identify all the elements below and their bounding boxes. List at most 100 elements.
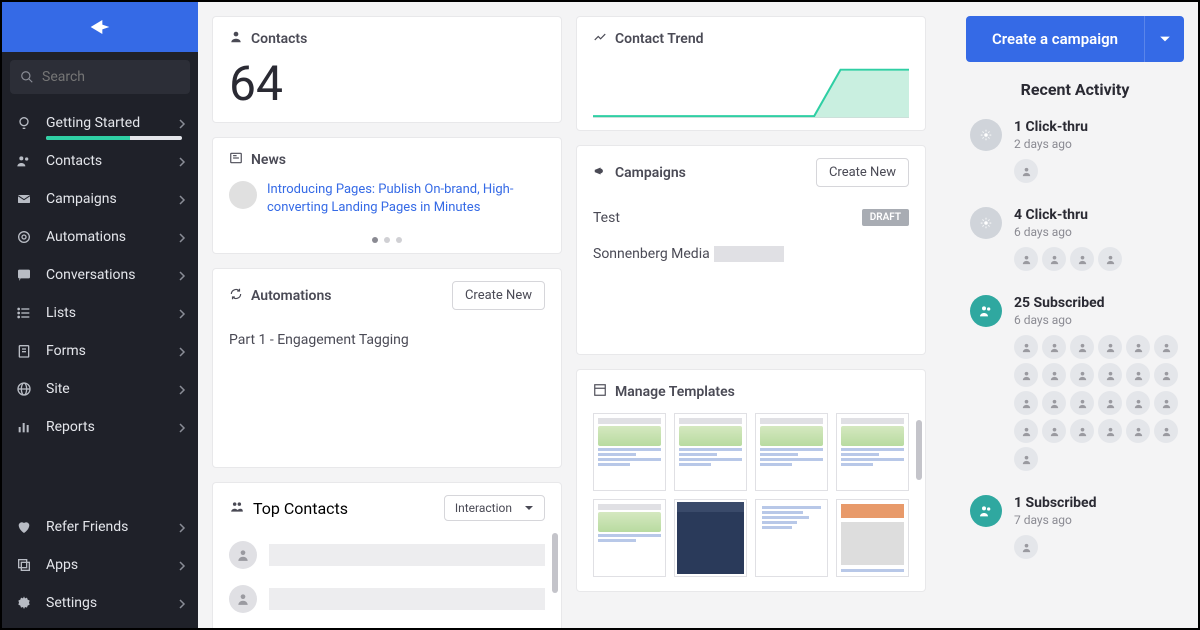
main-content: Contacts 64 News Introducing Pages: Publ…: [198, 2, 966, 628]
news-headline-link[interactable]: Introducing Pages: Publish On-brand, Hig…: [267, 181, 545, 217]
template-thumb[interactable]: [593, 499, 666, 577]
avatar: [1098, 391, 1122, 415]
nav-reports[interactable]: Reports: [2, 408, 198, 446]
sidebar: Getting Started Contacts Campaigns Autom…: [2, 2, 198, 628]
top-contact-row[interactable]: [213, 577, 561, 621]
templates-title: Manage Templates: [615, 384, 735, 400]
avatar: [1070, 335, 1094, 359]
activity-item[interactable]: 4 Click-thru 6 days ago: [970, 197, 1180, 285]
template-thumb[interactable]: [755, 413, 828, 491]
nav-apps[interactable]: Apps: [2, 546, 198, 584]
template-icon: [593, 382, 607, 401]
filter-label: Interaction: [455, 501, 512, 515]
bar-chart-icon: [14, 419, 34, 435]
chevron-right-icon: [178, 594, 186, 613]
megaphone-icon: [593, 163, 607, 182]
campaigns-title: Campaigns: [615, 165, 686, 181]
activity-type-icon: [970, 119, 1002, 151]
template-thumb[interactable]: [674, 499, 747, 577]
template-thumb[interactable]: [836, 413, 909, 491]
template-thumb[interactable]: [755, 499, 828, 577]
nav-label: Settings: [46, 595, 178, 611]
envelope-icon: [14, 191, 34, 207]
avatar: [1126, 363, 1150, 387]
avatar: [1014, 391, 1038, 415]
activity-type-icon: [970, 207, 1002, 239]
cog-icon: [14, 595, 34, 611]
avatar: [1070, 363, 1094, 387]
campaign-item[interactable]: Test DRAFT: [577, 199, 925, 236]
nav-label: Reports: [46, 419, 178, 435]
avatar: [1042, 247, 1066, 271]
chevron-right-icon: [178, 190, 186, 209]
logo[interactable]: [2, 2, 198, 52]
gear-cycle-icon: [14, 229, 34, 245]
activity-time: 2 days ago: [1014, 137, 1180, 151]
nav-getting-started[interactable]: Getting Started: [2, 104, 198, 142]
template-thumb[interactable]: [836, 499, 909, 577]
create-campaign-cta-button[interactable]: Create a campaign: [966, 16, 1144, 62]
avatar: [1154, 419, 1178, 443]
nav-campaigns[interactable]: Campaigns: [2, 180, 198, 218]
top-contacts-title: Top Contacts: [253, 499, 348, 518]
template-thumb[interactable]: [674, 413, 747, 491]
activity-item[interactable]: 1 Click-thru 2 days ago: [970, 109, 1180, 197]
avatar: [1042, 363, 1066, 387]
top-contacts-card: Top Contacts Interaction: [212, 482, 562, 628]
top-contacts-filter-select[interactable]: Interaction: [444, 495, 545, 521]
nav-bottom: Refer Friends Apps Settings: [2, 508, 198, 628]
nav-forms[interactable]: Forms: [2, 332, 198, 370]
scrollbar-thumb[interactable]: [916, 420, 922, 480]
activity-time: 7 days ago: [1014, 513, 1180, 527]
search-box[interactable]: [10, 60, 190, 94]
top-contact-row[interactable]: [213, 533, 561, 577]
nav-lists[interactable]: Lists: [2, 294, 198, 332]
template-thumb[interactable]: [593, 413, 666, 491]
create-automation-button[interactable]: Create New: [452, 281, 545, 310]
templates-card: Manage Templates: [576, 369, 926, 592]
nav-site[interactable]: Site: [2, 370, 198, 408]
campaign-name: Test: [593, 210, 620, 226]
nav-conversations[interactable]: Conversations: [2, 256, 198, 294]
avatar: [1014, 159, 1038, 183]
nav-contacts[interactable]: Contacts: [2, 142, 198, 180]
search-input[interactable]: [42, 69, 180, 85]
chevron-right-icon: [178, 518, 186, 537]
create-campaign-dropdown-button[interactable]: [1144, 16, 1184, 62]
activity-list: 1 Click-thru 2 days ago 4 Click-thru 6 d…: [966, 109, 1184, 573]
avatar: [1042, 419, 1066, 443]
avatar: [1126, 335, 1150, 359]
newspaper-icon: [229, 150, 243, 169]
activity-title: 25 Subscribed: [1014, 295, 1180, 311]
activity-item[interactable]: 1 Subscribed 7 days ago: [970, 485, 1180, 573]
templates-grid: [577, 413, 925, 591]
campaign-item[interactable]: Sonnenberg Media: [577, 236, 925, 272]
activity-item[interactable]: 25 Subscribed 6 days ago: [970, 285, 1180, 485]
news-author-avatar: [229, 181, 257, 209]
top-contact-row[interactable]: [213, 621, 561, 628]
nav-automations[interactable]: Automations: [2, 218, 198, 256]
nav-refer-friends[interactable]: Refer Friends: [2, 508, 198, 546]
activity-avatars: [1014, 335, 1180, 471]
create-campaign-button[interactable]: Create New: [816, 158, 909, 187]
chevron-right-icon: [178, 556, 186, 575]
automations-card: Automations Create New Part 1 - Engageme…: [212, 268, 562, 468]
list-icon: [14, 305, 34, 321]
avatar: [1042, 391, 1066, 415]
avatar: [1014, 447, 1038, 471]
news-card: News Introducing Pages: Publish On-brand…: [212, 137, 562, 254]
automation-item[interactable]: Part 1 - Engagement Tagging: [213, 322, 561, 358]
activity-time: 6 days ago: [1014, 225, 1180, 239]
nav-settings[interactable]: Settings: [2, 584, 198, 622]
avatar: [1098, 363, 1122, 387]
avatar: [1070, 419, 1094, 443]
nav-label: Apps: [46, 557, 178, 573]
news-pagination-dots[interactable]: [213, 237, 561, 253]
activity-avatars: [1014, 159, 1180, 183]
nav-label: Campaigns: [46, 191, 178, 207]
clipboard-icon: [14, 343, 34, 359]
avatar: [1014, 535, 1038, 559]
scrollbar-thumb[interactable]: [552, 533, 558, 593]
campaign-name: Sonnenberg Media: [593, 246, 710, 262]
person-icon: [229, 29, 243, 48]
